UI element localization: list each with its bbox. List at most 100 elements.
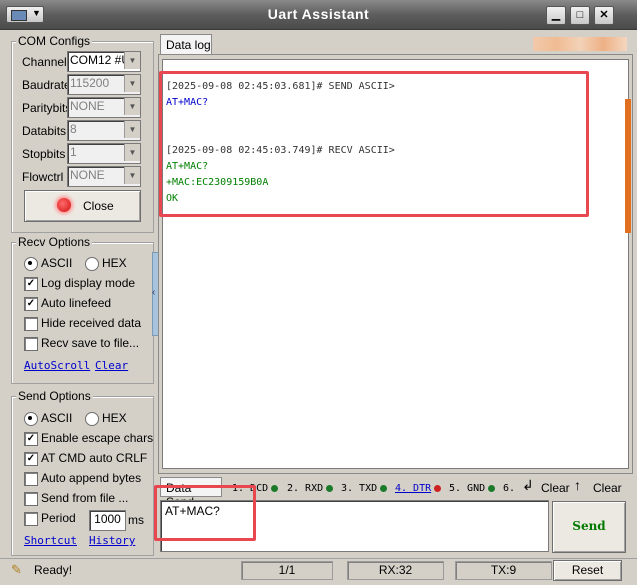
window-title: Uart Assistant xyxy=(267,6,370,22)
send-options-legend: Send Options xyxy=(16,389,93,403)
send-file-label: Send from file ... xyxy=(41,491,129,505)
autoscroll-link[interactable]: AutoScroll xyxy=(24,359,90,372)
databits-value: 8 xyxy=(70,122,77,136)
stopbits-label: Stopbits xyxy=(22,147,66,161)
maximize-button[interactable]: □ xyxy=(570,6,590,25)
hide-received-label: Hide received data xyxy=(41,316,142,330)
pin-6: 6. xyxy=(503,483,515,494)
return-arrow-icon: ↲ xyxy=(522,477,534,493)
flowctrl-label: Flowctrl xyxy=(22,170,64,184)
chevron-left-icon: ‹ xyxy=(152,287,156,298)
com-configs-legend: COM Configs xyxy=(16,34,93,48)
flowctrl-value: NONE xyxy=(70,168,105,182)
pin-rxd: 2. RXD xyxy=(287,483,334,494)
flowctrl-select[interactable]: NONE ▼ xyxy=(67,166,141,187)
recv-save-file-checkbox[interactable] xyxy=(24,337,38,351)
log-display-mode-checkbox[interactable]: ✓ xyxy=(24,277,38,291)
recv-ascii-radio[interactable] xyxy=(24,257,38,271)
hide-received-checkbox[interactable] xyxy=(24,317,38,331)
append-bytes-checkbox[interactable] xyxy=(24,472,38,486)
pin-txd-label: 3. TXD xyxy=(341,483,378,494)
pin-dtr-label[interactable]: 4. DTR xyxy=(395,483,431,494)
recv-hex-label: HEX xyxy=(102,256,127,270)
blurred-region xyxy=(533,37,627,51)
minimize-button[interactable]: ▁ xyxy=(546,6,566,25)
databits-label: Databits xyxy=(22,124,67,138)
period-value: 1000 xyxy=(94,512,121,526)
tab-data-log-label: Data log xyxy=(166,38,211,52)
status-dot-icon xyxy=(326,484,334,492)
red-light-icon xyxy=(57,198,71,212)
tab-data-log[interactable]: Data log xyxy=(160,34,212,55)
send-ascii-radio[interactable] xyxy=(24,412,38,426)
status-dot-icon xyxy=(434,484,442,492)
send-button[interactable]: Send xyxy=(552,501,626,553)
pin-dtr[interactable]: 4. DTR xyxy=(395,483,442,494)
status-page: 1/1 xyxy=(241,561,333,580)
at-crlf-label: AT CMD auto CRLF xyxy=(41,451,148,465)
period-input[interactable]: 1000 xyxy=(89,510,126,531)
pin-gnd: 5. GND xyxy=(449,483,496,494)
chevron-down-icon: ▼ xyxy=(124,167,140,184)
shortcut-link[interactable]: Shortcut xyxy=(24,534,77,547)
status-rx: RX:32 xyxy=(347,561,444,580)
log-scrollbar[interactable] xyxy=(625,99,631,233)
pin-txd: 3. TXD xyxy=(341,483,388,494)
status-rx-value: RX:32 xyxy=(378,563,413,577)
send-file-checkbox[interactable] xyxy=(24,492,38,506)
databits-select[interactable]: 8 ▼ xyxy=(67,120,141,141)
paritybits-value: NONE xyxy=(70,99,105,113)
minimize-icon: ▁ xyxy=(551,9,561,21)
up-arrow-icon: ↑ xyxy=(574,477,581,493)
channel-label: Channel xyxy=(22,55,67,69)
close-port-button[interactable]: Close xyxy=(24,190,141,222)
stopbits-select[interactable]: 1 ▼ xyxy=(67,143,141,164)
stopbits-value: 1 xyxy=(70,145,77,159)
status-ready: Ready! xyxy=(34,563,73,577)
send-hex-radio[interactable] xyxy=(85,412,99,426)
period-checkbox[interactable] xyxy=(24,512,38,526)
highlight-box-send xyxy=(154,485,256,541)
paritybits-label: Paritybits xyxy=(22,101,72,115)
chevron-down-icon: ▼ xyxy=(124,52,140,69)
channel-value: COM12 #U xyxy=(70,53,131,67)
pin-rxd-label: 2. RXD xyxy=(287,483,324,494)
send-button-label: Send xyxy=(572,519,606,533)
recv-clear-link[interactable]: Clear xyxy=(95,359,128,372)
highlight-box-log xyxy=(159,71,589,217)
status-tx-value: TX:9 xyxy=(490,563,517,577)
reset-button[interactable]: Reset xyxy=(553,560,622,581)
log-display-mode-label: Log display mode xyxy=(41,276,136,290)
baudrate-value: 115200 xyxy=(70,76,110,90)
close-icon: ✕ xyxy=(599,9,609,21)
status-dot-icon xyxy=(380,484,388,492)
escape-chars-checkbox[interactable]: ✓ xyxy=(24,432,38,446)
clear-log-button[interactable]: ↲ Clear xyxy=(522,477,570,497)
at-crlf-checkbox[interactable]: ✓ xyxy=(24,452,38,466)
close-window-button[interactable]: ✕ xyxy=(594,6,614,25)
recv-hex-radio[interactable] xyxy=(85,257,99,271)
history-link[interactable]: History xyxy=(89,534,135,547)
baudrate-select[interactable]: 115200 ▼ xyxy=(67,74,141,95)
status-dot-icon xyxy=(488,484,496,492)
send-ascii-label: ASCII xyxy=(41,411,73,425)
title-bar: ▼ Uart Assistant ▁ □ ✕ xyxy=(0,0,637,30)
clear-send-button[interactable]: ↑ Clear xyxy=(574,477,624,497)
wrench-icon: ✎ xyxy=(11,562,22,577)
recv-options-legend: Recv Options xyxy=(16,235,93,249)
baudrate-label: Baudrate xyxy=(22,78,71,92)
status-tx: TX:9 xyxy=(455,561,552,580)
clear-send-label: Clear xyxy=(593,481,622,495)
escape-chars-label: Enable escape chars xyxy=(41,431,154,445)
send-hex-label: HEX xyxy=(102,411,127,425)
chevron-down-icon: ▼ xyxy=(124,121,140,138)
chevron-down-icon: ▼ xyxy=(124,75,140,92)
reset-button-label: Reset xyxy=(571,563,604,577)
close-port-label: Close xyxy=(83,199,114,213)
chevron-down-icon: ▼ xyxy=(124,144,140,161)
append-bytes-label: Auto append bytes xyxy=(41,471,142,485)
auto-linefeed-checkbox[interactable]: ✓ xyxy=(24,297,38,311)
channel-select[interactable]: COM12 #U ▼ xyxy=(67,51,141,72)
paritybits-select[interactable]: NONE ▼ xyxy=(67,97,141,118)
period-unit: ms xyxy=(128,513,144,527)
